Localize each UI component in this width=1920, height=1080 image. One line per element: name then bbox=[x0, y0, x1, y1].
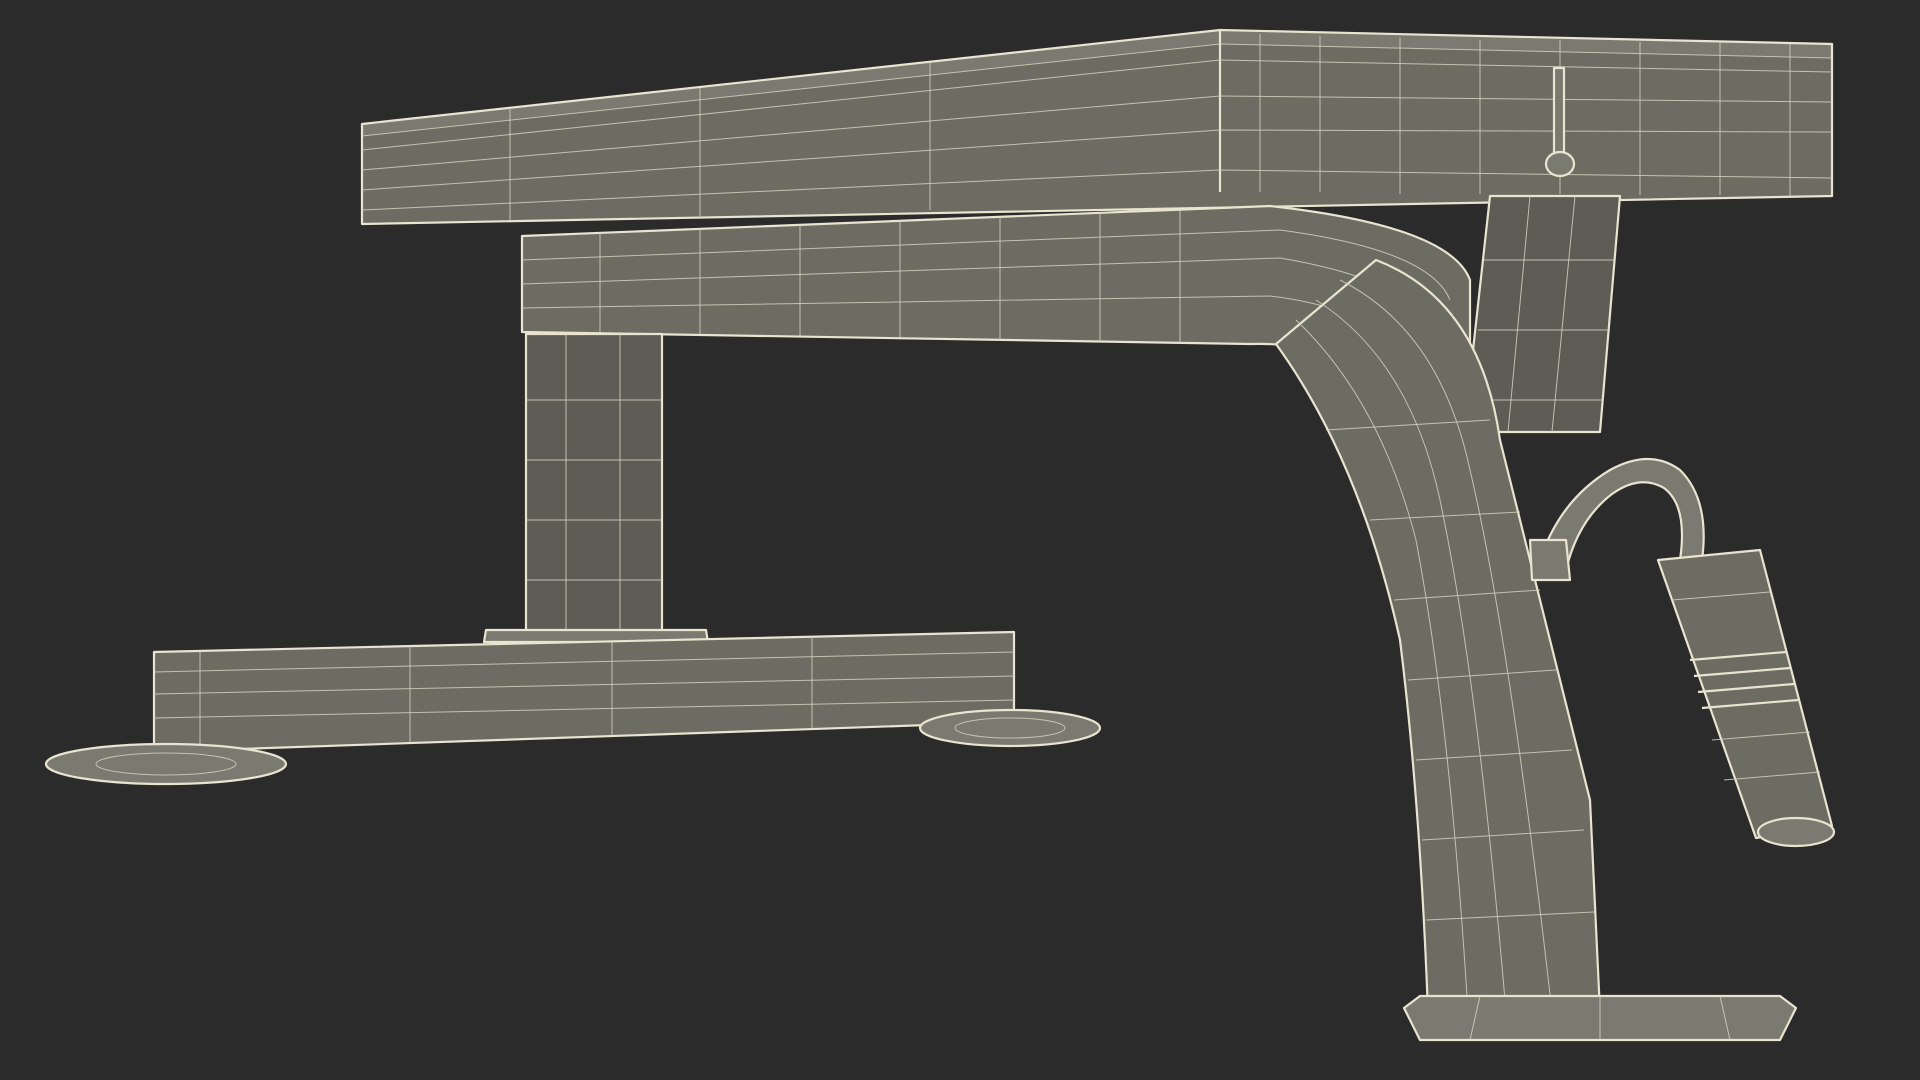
rear-foot-right bbox=[918, 708, 1102, 748]
rear-foot-left bbox=[44, 742, 288, 786]
wireframe-bench-render bbox=[44, 28, 1836, 1042]
rear-base-crossbar bbox=[152, 630, 1016, 754]
render-viewport bbox=[0, 0, 1920, 1080]
front-foot-plate bbox=[1402, 994, 1798, 1042]
rear-vertical-post bbox=[482, 332, 710, 644]
